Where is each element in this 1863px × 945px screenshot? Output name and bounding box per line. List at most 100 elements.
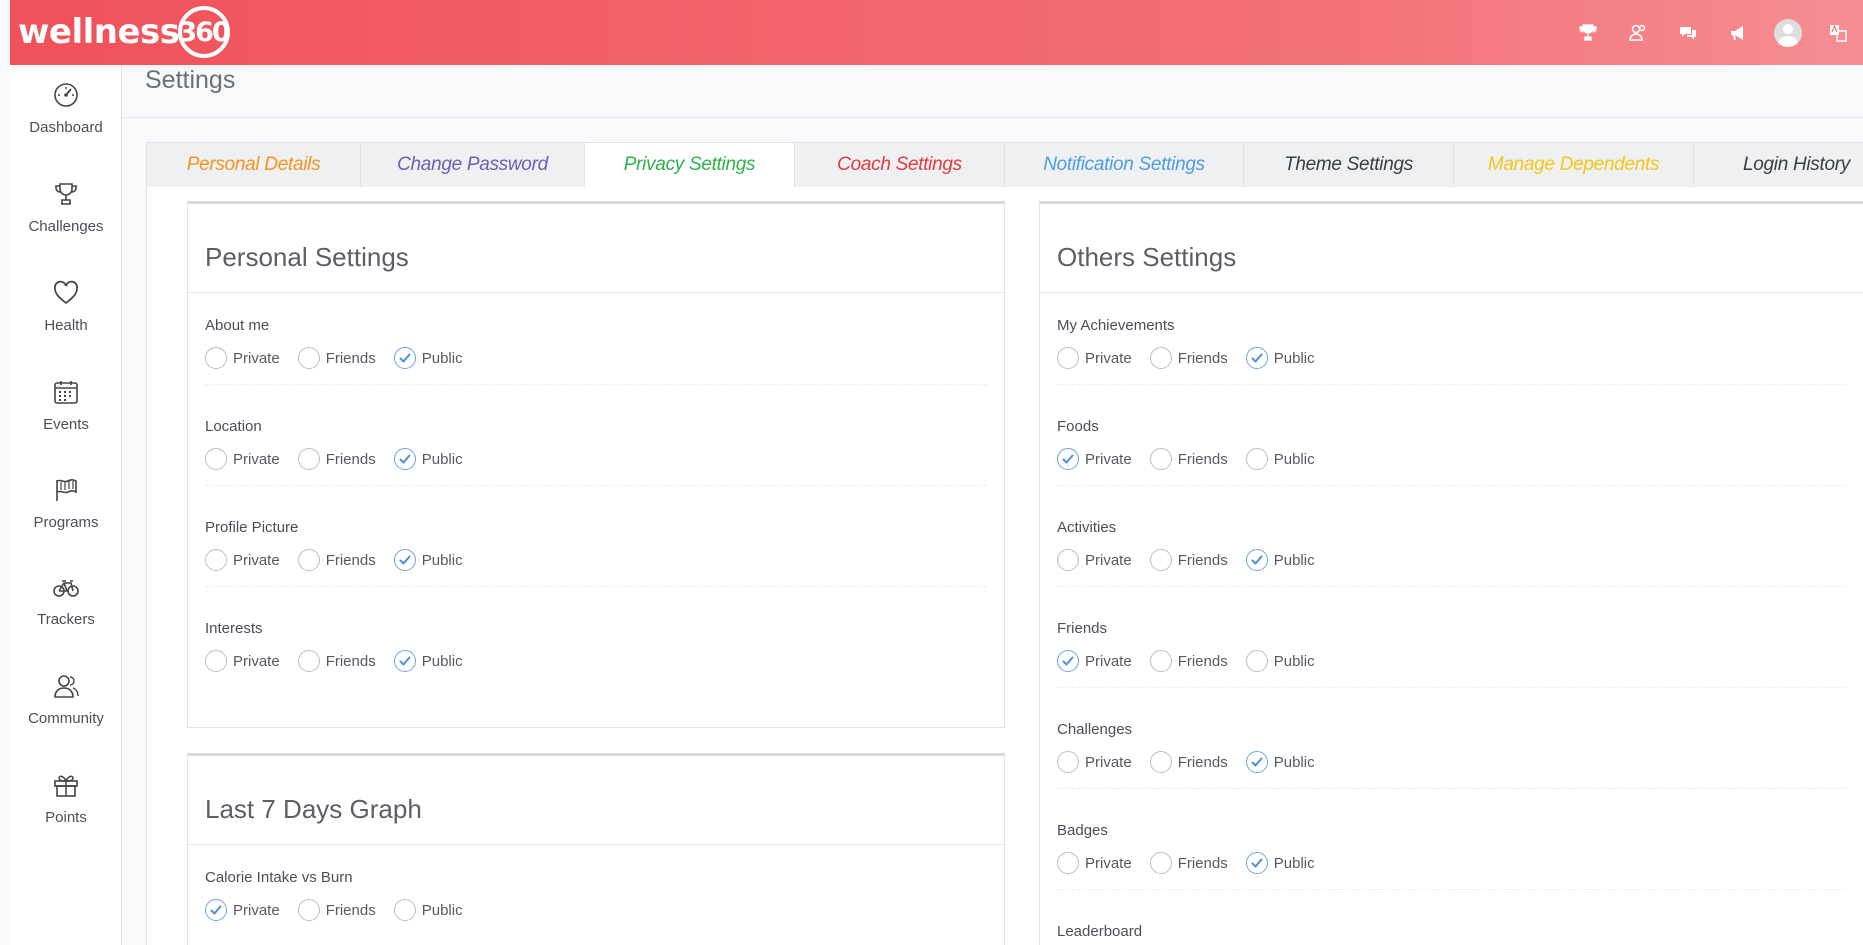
radio-checked-icon[interactable] <box>1245 549 1268 571</box>
radio-friends[interactable]: Friends <box>297 549 376 571</box>
sidebar-item-points[interactable]: Points <box>10 755 122 845</box>
sidebar-item-trackers[interactable]: Trackers <box>10 557 122 647</box>
radio-unchecked-icon[interactable] <box>393 899 416 921</box>
radio-checked-icon[interactable] <box>1245 751 1268 773</box>
radio-public[interactable]: Public <box>393 899 463 921</box>
trophy-icon[interactable] <box>1563 0 1613 65</box>
radio-private[interactable]: Private <box>1057 448 1132 470</box>
radio-public[interactable]: Public <box>1245 347 1315 369</box>
sidebar-item-events[interactable]: Events <box>10 362 122 452</box>
radio-unchecked-icon[interactable] <box>297 549 320 571</box>
radio-unchecked-icon[interactable] <box>297 650 320 672</box>
radio-unchecked-icon[interactable] <box>1245 448 1268 470</box>
radio-friends[interactable]: Friends <box>297 899 376 921</box>
radio-unchecked-icon[interactable] <box>1057 751 1079 773</box>
radio-friends[interactable]: Friends <box>1149 852 1228 874</box>
radio-friends[interactable]: Friends <box>1149 549 1228 571</box>
radio-row: Private Friends Public <box>1057 447 1333 471</box>
radio-unchecked-icon[interactable] <box>1149 852 1172 874</box>
radio-friends[interactable]: Friends <box>1149 448 1228 470</box>
radio-private[interactable]: Private <box>205 448 280 470</box>
tab-theme-settings[interactable]: Theme Settings <box>1243 142 1453 188</box>
radio-public[interactable]: Public <box>393 549 463 571</box>
sidebar-item-health[interactable]: Health <box>10 263 122 353</box>
tab-coach-settings[interactable]: Coach Settings <box>794 142 1004 188</box>
radio-unchecked-icon[interactable] <box>297 448 320 470</box>
sidebar-item-community[interactable]: Community <box>10 656 122 746</box>
tab-personal-details[interactable]: Personal Details <box>146 142 360 188</box>
radio-checked-icon[interactable] <box>1057 650 1079 672</box>
radio-unchecked-icon[interactable] <box>1149 448 1172 470</box>
radio-friends[interactable]: Friends <box>297 347 376 369</box>
radio-public[interactable]: Public <box>1245 852 1315 874</box>
radio-private[interactable]: Private <box>205 549 280 571</box>
radio-public[interactable]: Public <box>393 347 463 369</box>
radio-label: Friends <box>325 901 376 919</box>
radio-unchecked-icon[interactable] <box>1057 347 1079 369</box>
radio-row: Private Friends Public <box>205 548 481 572</box>
radio-unchecked-icon[interactable] <box>1149 751 1172 773</box>
radio-friends[interactable]: Friends <box>297 650 376 672</box>
radio-friends[interactable]: Friends <box>1149 347 1228 369</box>
radio-private[interactable]: Private <box>205 899 280 921</box>
tab-manage-dependents[interactable]: Manage Dependents <box>1453 142 1693 188</box>
radio-unchecked-icon[interactable] <box>205 650 227 672</box>
radio-private[interactable]: Private <box>1057 650 1132 672</box>
radio-unchecked-icon[interactable] <box>205 347 227 369</box>
radio-unchecked-icon[interactable] <box>297 899 320 921</box>
radio-private[interactable]: Private <box>205 650 280 672</box>
radio-public[interactable]: Public <box>1245 549 1315 571</box>
radio-friends[interactable]: Friends <box>297 448 376 470</box>
tab-label: Personal Details <box>186 154 321 175</box>
sidebar-item-label: Challenges <box>28 218 104 235</box>
sidebar-item-challenges[interactable]: Challenges <box>10 164 122 254</box>
radio-checked-icon[interactable] <box>1245 347 1268 369</box>
sidebar-item-dashboard[interactable]: Dashboard <box>10 65 122 155</box>
radio-unchecked-icon[interactable] <box>1245 650 1268 672</box>
radio-private[interactable]: Private <box>1057 347 1132 369</box>
radio-public[interactable]: Public <box>1245 448 1315 470</box>
radio-public[interactable]: Public <box>393 650 463 672</box>
radio-unchecked-icon[interactable] <box>1149 549 1172 571</box>
radio-label: Private <box>1085 753 1132 771</box>
radio-unchecked-icon[interactable] <box>297 347 320 369</box>
radio-friends[interactable]: Friends <box>1149 650 1228 672</box>
radio-friends[interactable]: Friends <box>1149 751 1228 773</box>
tab-notification-settings[interactable]: Notification Settings <box>1004 142 1243 188</box>
logo[interactable]: wellness 360 <box>18 6 231 58</box>
radio-private[interactable]: Private <box>1057 549 1132 571</box>
community-icon[interactable] <box>1613 0 1663 65</box>
radio-unchecked-icon[interactable] <box>1149 650 1172 672</box>
tab-login-history[interactable]: Login History <box>1693 142 1863 188</box>
language-icon[interactable] <box>1813 0 1863 65</box>
radio-checked-icon[interactable] <box>1245 852 1268 874</box>
radio-unchecked-icon[interactable] <box>205 448 227 470</box>
radio-unchecked-icon[interactable] <box>205 549 227 571</box>
group-label: Foods <box>1057 418 1099 435</box>
tab-change-password[interactable]: Change Password <box>360 142 584 188</box>
privacy-option-group: Foods Private Friends Public <box>1057 418 1333 471</box>
radio-private[interactable]: Private <box>1057 751 1132 773</box>
radio-public[interactable]: Public <box>1245 650 1315 672</box>
radio-checked-icon[interactable] <box>393 448 416 470</box>
radio-private[interactable]: Private <box>1057 852 1132 874</box>
sidebar-item-programs[interactable]: Programs <box>10 460 122 550</box>
radio-checked-icon[interactable] <box>1057 448 1079 470</box>
megaphone-icon[interactable] <box>1713 0 1763 65</box>
radio-checked-icon[interactable] <box>205 899 227 921</box>
radio-public[interactable]: Public <box>1245 751 1315 773</box>
radio-private[interactable]: Private <box>205 347 280 369</box>
tab-label: Login History <box>1743 154 1850 175</box>
radio-unchecked-icon[interactable] <box>1057 852 1079 874</box>
privacy-option-group: Challenges Private Friends Public <box>1057 721 1333 774</box>
radio-checked-icon[interactable] <box>393 347 416 369</box>
avatar-button[interactable] <box>1763 0 1813 65</box>
tab-privacy-settings[interactable]: Privacy Settings <box>584 142 794 188</box>
radio-checked-icon[interactable] <box>393 650 416 672</box>
radio-unchecked-icon[interactable] <box>1057 549 1079 571</box>
radio-unchecked-icon[interactable] <box>1149 347 1172 369</box>
radio-public[interactable]: Public <box>393 448 463 470</box>
radio-checked-icon[interactable] <box>393 549 416 571</box>
chat-icon[interactable] <box>1663 0 1713 65</box>
page-title: Settings <box>145 66 236 94</box>
